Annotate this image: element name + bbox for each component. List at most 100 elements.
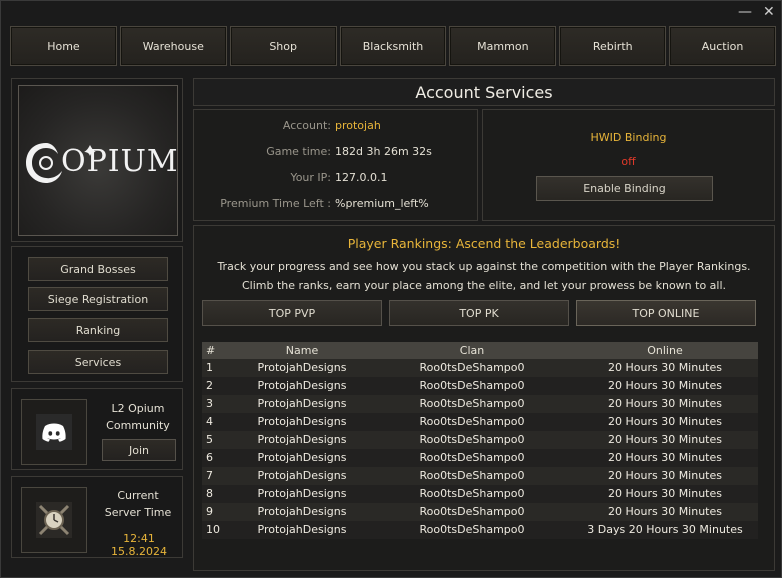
column-header-name: Name — [232, 342, 372, 359]
sidebar-menu: Grand Bosses Siege Registration Ranking … — [11, 246, 183, 382]
close-icon[interactable]: ✕ — [763, 5, 775, 19]
clock-icon-frame — [21, 487, 87, 553]
table-row: 5 ProtojahDesigns Roo0tsDeShampo0 20 Hours … — [202, 431, 758, 449]
sidebar-item-siege-registration[interactable]: Siege Registration — [28, 287, 168, 311]
cell-rank: 7 — [202, 467, 232, 485]
cell-rank: 6 — [202, 449, 232, 467]
hwid-status: off — [621, 155, 636, 168]
cell-rank: 3 — [202, 395, 232, 413]
nav-home-button[interactable]: Home — [10, 26, 117, 66]
table-row: 9 ProtojahDesigns Roo0tsDeShampo0 20 Hours … — [202, 503, 758, 521]
table-row: 8 ProtojahDesigns Roo0tsDeShampo0 20 Hours … — [202, 485, 758, 503]
page-title: Account Services — [193, 78, 775, 106]
table-row: 6 ProtojahDesigns Roo0tsDeShampo0 20 Hours … — [202, 449, 758, 467]
cell-rank: 1 — [202, 359, 232, 377]
ip-label: Your IP: — [290, 171, 331, 184]
column-header-online: Online — [572, 342, 758, 359]
cell-clan: Roo0tsDeShampo0 — [372, 467, 572, 485]
server-time-value: 12:41 15.8.2024 — [111, 532, 167, 558]
cell-rank: 2 — [202, 377, 232, 395]
cell-clan: Roo0tsDeShampo0 — [372, 413, 572, 431]
tab-top-pvp[interactable]: TOP PVP — [202, 300, 382, 326]
cell-clan: Roo0tsDeShampo0 — [372, 503, 572, 521]
cell-rank: 4 — [202, 413, 232, 431]
account-value: protojah — [335, 119, 381, 132]
cell-online: 20 Hours 30 Minutes — [572, 359, 758, 377]
table-row: 1 ProtojahDesigns Roo0tsDeShampo0 20 Hours … — [202, 359, 758, 377]
cell-online: 20 Hours 30 Minutes — [572, 449, 758, 467]
gametime-value: 182d 3h 26m 32s — [335, 145, 432, 158]
clock-icon — [36, 502, 72, 538]
discord-title-line2: Community — [106, 419, 170, 432]
account-label: Account: — [282, 119, 331, 132]
discord-panel: L2 Opium Community Join — [11, 388, 183, 470]
cell-name: ProtojahDesigns — [232, 467, 372, 485]
sidebar-item-grand-bosses[interactable]: Grand Bosses — [28, 257, 168, 281]
cell-name: ProtojahDesigns — [232, 431, 372, 449]
discord-icon-frame — [21, 399, 87, 465]
table-header-row: # Name Clan Online — [202, 342, 758, 359]
nav-warehouse-button[interactable]: Warehouse — [119, 26, 227, 66]
cell-name: ProtojahDesigns — [232, 521, 372, 539]
table-row: 4 ProtojahDesigns Roo0tsDeShampo0 20 Hours … — [202, 413, 758, 431]
cell-rank: 8 — [202, 485, 232, 503]
cell-online: 20 Hours 30 Minutes — [572, 485, 758, 503]
cell-rank: 10 — [202, 521, 232, 539]
cell-online: 20 Hours 30 Minutes — [572, 395, 758, 413]
enable-binding-button[interactable]: Enable Binding — [536, 176, 713, 201]
cell-clan: Roo0tsDeShampo0 — [372, 521, 572, 539]
cell-clan: Roo0tsDeShampo0 — [372, 377, 572, 395]
ip-value: 127.0.0.1 — [335, 171, 388, 184]
server-time-line1: Current — [117, 489, 159, 502]
cell-online: 20 Hours 30 Minutes — [572, 377, 758, 395]
nav-shop-button[interactable]: Shop — [229, 26, 337, 66]
gametime-label: Game time: — [266, 145, 331, 158]
sidebar-item-ranking[interactable]: Ranking — [28, 318, 168, 342]
top-nav: Home Warehouse Shop Blacksmith Mammon Re… — [10, 26, 777, 66]
cell-clan: Roo0tsDeShampo0 — [372, 485, 572, 503]
cell-clan: Roo0tsDeShampo0 — [372, 449, 572, 467]
cell-online: 20 Hours 30 Minutes — [572, 467, 758, 485]
discord-icon — [36, 414, 72, 450]
premium-label: Premium Time Left : — [220, 197, 331, 210]
rankings-title: Player Rankings: Ascend the Leaderboards… — [347, 236, 621, 251]
minimize-icon[interactable]: — — [738, 5, 752, 19]
rankings-description-line2: Climb the ranks, earn your place among t… — [241, 279, 727, 292]
account-info-panel: Account: protojah Game time: 182d 3h 26m… — [193, 109, 478, 221]
premium-value: %premium_left% — [335, 197, 429, 210]
nav-mammon-button[interactable]: Mammon — [449, 26, 557, 66]
cell-online: 3 Days 20 Hours 30 Minutes — [572, 521, 758, 539]
rankings-description: Track your progress and see how you stac… — [194, 257, 774, 295]
cell-rank: 5 — [202, 431, 232, 449]
table-row: 7 ProtojahDesigns Roo0tsDeShampo0 20 Hours … — [202, 467, 758, 485]
cell-clan: Roo0tsDeShampo0 — [372, 395, 572, 413]
tab-top-online[interactable]: TOP ONLINE — [576, 300, 756, 326]
cell-name: ProtojahDesigns — [232, 395, 372, 413]
cell-online: 20 Hours 30 Minutes — [572, 431, 758, 449]
cell-name: ProtojahDesigns — [232, 485, 372, 503]
sidebar-item-services[interactable]: Services — [28, 350, 168, 374]
logo-panel: OPIUM — [11, 78, 183, 242]
cell-rank: 9 — [202, 503, 232, 521]
table-row: 3 ProtojahDesigns Roo0tsDeShampo0 20 Hours … — [202, 395, 758, 413]
nav-blacksmith-button[interactable]: Blacksmith — [339, 26, 447, 66]
discord-join-button[interactable]: Join — [102, 439, 176, 461]
cell-name: ProtojahDesigns — [232, 503, 372, 521]
server-time-line2: Server Time — [104, 506, 172, 519]
cell-clan: Roo0tsDeShampo0 — [372, 431, 572, 449]
community-board-window: — ✕ Home Warehouse Shop Blacksmith Mammo… — [0, 0, 782, 578]
rankings-table-body: 1 ProtojahDesigns Roo0tsDeShampo0 20 Hours … — [202, 359, 758, 539]
nav-rebirth-button[interactable]: Rebirth — [559, 26, 667, 66]
rankings-panel: Player Rankings: Ascend the Leaderboards… — [193, 225, 775, 571]
cell-name: ProtojahDesigns — [232, 359, 372, 377]
hwid-title: HWID Binding — [590, 131, 667, 144]
discord-title-line1: L2 Opium — [111, 402, 165, 415]
cell-clan: Roo0tsDeShampo0 — [372, 359, 572, 377]
tab-top-pk[interactable]: TOP PK — [389, 300, 569, 326]
column-header-clan: Clan — [372, 342, 572, 359]
table-row: 10 ProtojahDesigns Roo0tsDeShampo0 3 Days 2… — [202, 521, 758, 539]
hwid-panel: HWID Binding off Enable Binding — [482, 109, 775, 221]
cell-name: ProtojahDesigns — [232, 413, 372, 431]
left-sidebar: OPIUM Grand Bosses Siege Registration Ra… — [11, 78, 183, 571]
nav-auction-button[interactable]: Auction — [669, 26, 777, 66]
